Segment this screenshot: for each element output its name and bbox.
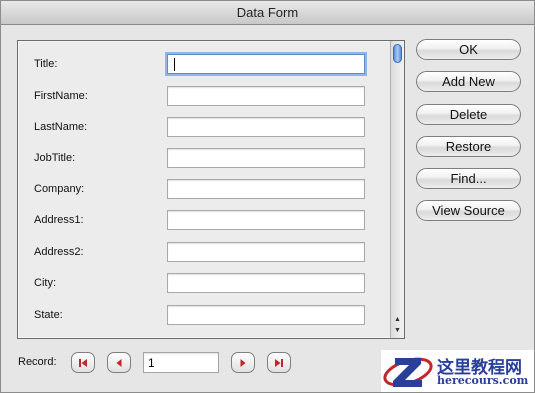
- ok-button[interactable]: OK: [416, 39, 521, 60]
- first-record-icon: [79, 358, 87, 367]
- field-row-jobtitle: JobTitle:: [18, 148, 390, 170]
- field-row-lastname: LastName:: [18, 117, 390, 139]
- scroll-thumb[interactable]: [393, 44, 402, 63]
- field-label-address1: Address1:: [34, 214, 84, 226]
- last-record-icon: [275, 358, 283, 367]
- record-label: Record:: [18, 356, 57, 368]
- scroll-down-arrow-icon[interactable]: ▼: [391, 325, 404, 336]
- field-row-company: Company:: [18, 179, 390, 201]
- jobtitle-field[interactable]: [167, 148, 365, 168]
- field-row-title: Title:: [18, 54, 390, 76]
- field-row-city: City:: [18, 273, 390, 295]
- title-field[interactable]: [167, 54, 365, 74]
- field-label-firstname: FirstName:: [34, 90, 88, 102]
- field-label-state: State:: [34, 309, 63, 321]
- restore-button[interactable]: Restore: [416, 136, 521, 157]
- company-field[interactable]: [167, 179, 365, 199]
- data-form-window: Data Form Title: FirstName: LastName: Jo…: [0, 0, 535, 393]
- last-record-button[interactable]: [267, 352, 291, 373]
- fields-panel: Title: FirstName: LastName: JobTitle: Co…: [17, 40, 405, 339]
- record-number-field[interactable]: [143, 352, 219, 373]
- window-title: Data Form: [1, 1, 534, 25]
- field-row-state: State:: [18, 305, 390, 327]
- add-new-button[interactable]: Add New: [416, 71, 521, 92]
- watermark: 这里教程网 herecours.com: [381, 350, 534, 392]
- firstname-field[interactable]: [167, 86, 365, 106]
- address1-field[interactable]: [167, 210, 365, 230]
- watermark-logo-icon: [383, 357, 433, 387]
- vertical-scrollbar[interactable]: ▲ ▼: [390, 41, 404, 338]
- field-row-firstname: FirstName:: [18, 86, 390, 108]
- city-field[interactable]: [167, 273, 365, 293]
- previous-record-icon: [116, 358, 122, 367]
- field-label-jobtitle: JobTitle:: [34, 152, 76, 164]
- previous-record-button[interactable]: [107, 352, 131, 373]
- state-field[interactable]: [167, 305, 365, 325]
- next-record-button[interactable]: [231, 352, 255, 373]
- lastname-field[interactable]: [167, 117, 365, 137]
- field-row-address1: Address1:: [18, 210, 390, 232]
- field-label-title: Title:: [34, 58, 58, 70]
- scroll-up-arrow-icon[interactable]: ▲: [391, 314, 404, 325]
- text-caret: [174, 58, 175, 71]
- field-row-address2: Address2:: [18, 242, 390, 264]
- field-label-address2: Address2:: [34, 246, 84, 258]
- first-record-button[interactable]: [71, 352, 95, 373]
- find-button[interactable]: Find...: [416, 168, 521, 189]
- field-label-city: City:: [34, 277, 56, 289]
- watermark-url: herecours.com: [437, 374, 529, 387]
- field-label-lastname: LastName:: [34, 121, 88, 133]
- address2-field[interactable]: [167, 242, 365, 262]
- delete-button[interactable]: Delete: [416, 104, 521, 125]
- field-label-company: Company:: [34, 183, 85, 195]
- view-source-button[interactable]: View Source: [416, 200, 521, 221]
- next-record-icon: [240, 358, 246, 367]
